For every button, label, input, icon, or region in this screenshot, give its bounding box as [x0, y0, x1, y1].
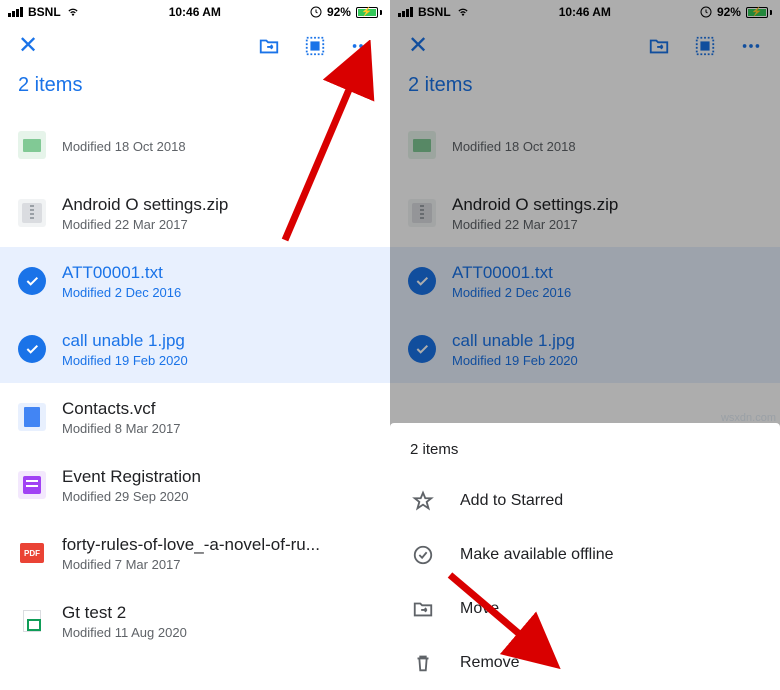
file-name: forty-rules-of-love_-a-novel-of-ru... — [62, 535, 320, 555]
file-name: call unable 1.jpg — [62, 331, 188, 351]
file-name: Contacts.vcf — [62, 399, 181, 419]
sheet-icon — [18, 607, 46, 635]
file-row[interactable]: Modified 18 Oct 2018 — [0, 111, 390, 179]
battery-label: 92% — [327, 5, 351, 19]
move-folder-icon[interactable] — [258, 35, 280, 57]
file-row[interactable]: Android O settings.zip Modified 22 Mar 20… — [0, 179, 390, 247]
file-modified: Modified 18 Oct 2018 — [62, 139, 186, 154]
file-name: Android O settings.zip — [62, 195, 228, 215]
screen-left: BSNL 10:46 AM 92% ⚡ ✕ 2 items — [0, 0, 390, 690]
carrier-label: BSNL — [28, 5, 61, 19]
file-list: Modified 18 Oct 2018 Android O settings.z… — [0, 111, 390, 655]
file-row[interactable]: Event Registration Modified 29 Sep 2020 — [0, 451, 390, 519]
action-sheet: 2 items Add to Starred Make available off… — [390, 423, 780, 690]
screen-right: BSNL 10:46 AM 92% ⚡ ✕ 2 items Modif — [390, 0, 780, 690]
sheet-item-label: Make available offline — [460, 546, 614, 564]
select-all-icon[interactable] — [304, 35, 326, 57]
trash-icon — [412, 652, 434, 674]
file-name: Gt test 2 — [62, 603, 187, 623]
selected-check-icon[interactable] — [18, 267, 46, 295]
document-icon — [18, 403, 46, 431]
zip-icon — [18, 199, 46, 227]
status-bar: BSNL 10:46 AM 92% ⚡ — [0, 0, 390, 22]
rotation-lock-icon — [310, 6, 322, 18]
file-row[interactable]: PDF forty-rules-of-love_-a-novel-of-ru...… — [0, 519, 390, 587]
file-modified: Modified 22 Mar 2017 — [62, 217, 228, 232]
star-icon — [412, 490, 434, 512]
file-modified: Modified 2 Dec 2016 — [62, 285, 181, 300]
sheet-item-label: Remove — [460, 654, 520, 672]
file-row[interactable]: call unable 1.jpg Modified 19 Feb 2020 — [0, 315, 390, 383]
sheet-item-offline[interactable]: Make available offline — [390, 528, 780, 582]
move-icon — [412, 598, 434, 620]
wifi-icon — [66, 7, 80, 18]
sheet-item-star[interactable]: Add to Starred — [390, 474, 780, 528]
sheet-item-trash[interactable]: Remove — [390, 636, 780, 690]
sheet-title: 2 items — [390, 437, 780, 474]
offline-icon — [412, 544, 434, 566]
file-modified: Modified 8 Mar 2017 — [62, 421, 181, 436]
sheet-item-label: Move — [460, 600, 499, 618]
watermark: wsxdn.com — [721, 412, 776, 424]
battery-icon: ⚡ — [356, 7, 382, 18]
file-modified: Modified 29 Sep 2020 — [62, 489, 201, 504]
signal-icon — [8, 7, 23, 17]
toolbar: ✕ — [0, 22, 390, 70]
file-row[interactable]: ATT00001.txt Modified 2 Dec 2016 — [0, 247, 390, 315]
clock-label: 10:46 AM — [169, 5, 221, 19]
file-modified: Modified 7 Mar 2017 — [62, 557, 320, 572]
sheet-item-move[interactable]: Move — [390, 582, 780, 636]
close-icon[interactable]: ✕ — [18, 34, 38, 58]
selection-count-label: 2 items — [0, 70, 390, 111]
file-row[interactable]: Contacts.vcf Modified 8 Mar 2017 — [0, 383, 390, 451]
pdf-icon: PDF — [18, 539, 46, 567]
file-modified: Modified 11 Aug 2020 — [62, 625, 187, 640]
file-name: ATT00001.txt — [62, 263, 181, 283]
sheet-item-label: Add to Starred — [460, 492, 563, 510]
folder-icon — [18, 131, 46, 159]
file-modified: Modified 19 Feb 2020 — [62, 353, 188, 368]
selected-check-icon[interactable] — [18, 335, 46, 363]
file-row[interactable]: Gt test 2 Modified 11 Aug 2020 — [0, 587, 390, 655]
form-icon — [18, 471, 46, 499]
more-icon[interactable] — [350, 35, 372, 57]
file-name: Event Registration — [62, 467, 201, 487]
